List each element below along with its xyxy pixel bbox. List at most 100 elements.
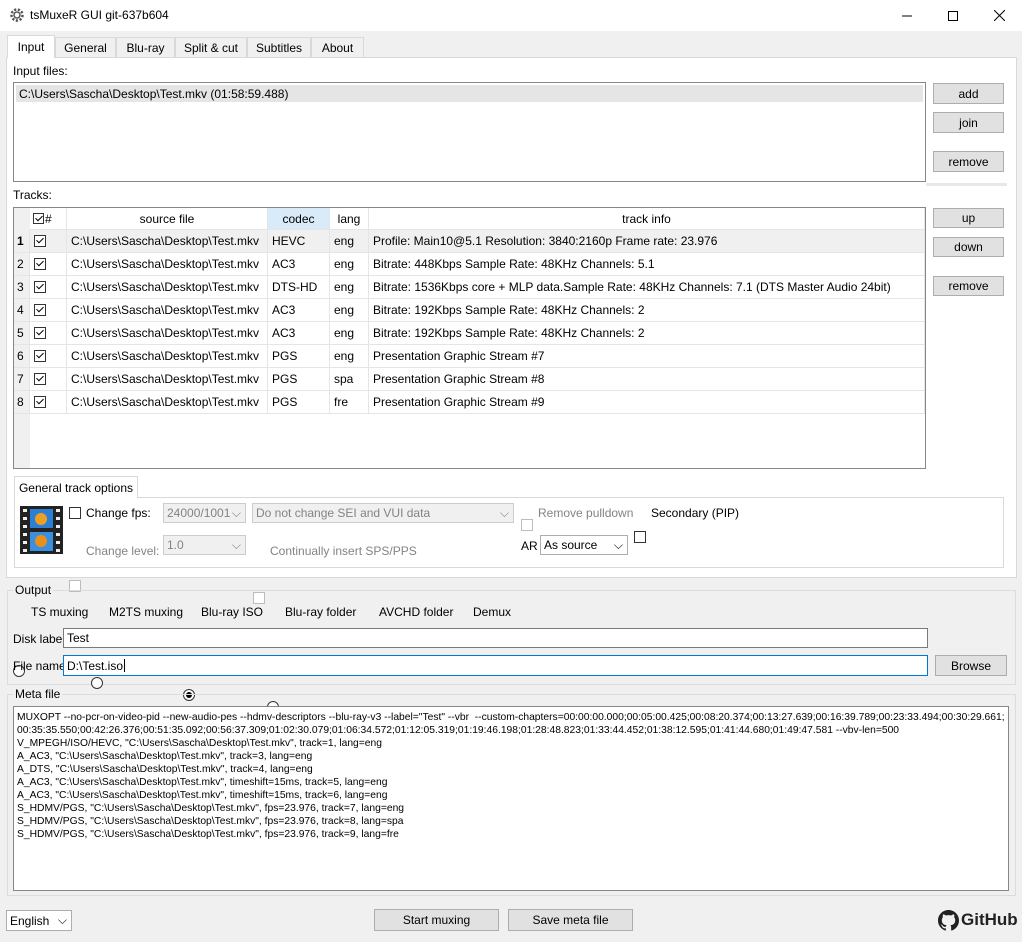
tab-blu-ray[interactable]: Blu-ray — [116, 37, 175, 57]
track-enable-checkbox[interactable] — [34, 258, 46, 270]
header-number: # — [45, 211, 52, 226]
browse-button[interactable]: Browse — [935, 655, 1007, 676]
ar-select[interactable]: As source ⌵ — [540, 535, 628, 555]
table-row[interactable]: 2 C:\Users\Sascha\Desktop\Test.mkv AC3 eng B… — [14, 253, 925, 276]
cell-lang: eng — [330, 322, 369, 344]
cell-lang: eng — [330, 230, 369, 252]
cell-lang: spa — [330, 368, 369, 390]
chevron-down-icon: ⌵ — [57, 913, 67, 927]
cell-source-file: C:\Users\Sascha\Desktop\Test.mkv — [67, 299, 268, 321]
header-track-info[interactable]: track info — [369, 208, 925, 230]
tab-general[interactable]: General — [55, 37, 116, 57]
tab-about[interactable]: About — [311, 37, 364, 57]
down-button[interactable]: down — [933, 237, 1004, 257]
header-codec[interactable]: codec — [268, 208, 330, 230]
cell-track-info: Profile: Main10@5.1 Resolution: 3840:216… — [369, 230, 925, 252]
label-ts-muxing: TS muxing — [31, 605, 89, 619]
table-row[interactable]: 1 C:\Users\Sascha\Desktop\Test.mkv HEVC eng… — [14, 230, 925, 253]
secondary-pip-checkbox[interactable] — [634, 531, 646, 543]
input-files-label: Input files: — [13, 64, 68, 78]
remove-file-button[interactable]: remove — [933, 151, 1004, 172]
start-muxing-button[interactable]: Start muxing — [374, 909, 499, 931]
disk-label-input[interactable]: Test — [63, 628, 928, 648]
header-checkbox-column[interactable]: # — [30, 208, 67, 230]
track-enable-checkbox[interactable] — [34, 396, 46, 408]
cell-codec: AC3 — [268, 299, 330, 321]
cell-lang: fre — [330, 391, 369, 413]
track-enable-cell — [30, 368, 67, 390]
cell-lang: eng — [330, 276, 369, 298]
header-lang[interactable]: lang — [330, 208, 369, 230]
track-enable-cell — [30, 322, 67, 344]
table-row[interactable]: 4 C:\Users\Sascha\Desktop\Test.mkv AC3 eng B… — [14, 299, 925, 322]
cell-codec: PGS — [268, 368, 330, 390]
minimize-button[interactable] — [884, 0, 930, 31]
close-button[interactable] — [976, 0, 1022, 31]
track-enable-checkbox[interactable] — [34, 304, 46, 316]
chevron-down-icon: ⌵ — [613, 537, 623, 552]
cell-codec: AC3 — [268, 322, 330, 344]
label-blu-ray-folder: Blu-ray folder — [285, 605, 357, 619]
input-files-list[interactable]: C:\Users\Sascha\Desktop\Test.mkv (01:58:… — [13, 82, 926, 182]
ar-label: AR — [521, 539, 538, 553]
table-row[interactable]: 3 C:\Users\Sascha\Desktop\Test.mkv DTS-HD e… — [14, 276, 925, 299]
track-enable-checkbox[interactable] — [34, 281, 46, 293]
level-select[interactable]: 1.0 ⌵ — [163, 535, 246, 555]
track-enable-checkbox[interactable] — [34, 350, 46, 362]
remove-pulldown-label: Remove pulldown — [538, 506, 634, 520]
minimize-icon — [902, 15, 912, 16]
maximize-icon — [948, 10, 958, 21]
select-all-checkbox[interactable] — [33, 213, 44, 224]
header-source-file[interactable]: source file — [67, 208, 268, 230]
cell-source-file: C:\Users\Sascha\Desktop\Test.mkv — [67, 322, 268, 344]
remove-track-button[interactable]: remove — [933, 276, 1004, 296]
splitter-handle[interactable] — [926, 183, 1007, 186]
table-row[interactable]: 7 C:\Users\Sascha\Desktop\Test.mkv PGS spa P… — [14, 368, 925, 391]
cell-track-info: Presentation Graphic Stream #9 — [369, 391, 925, 413]
row-number: 5 — [14, 322, 30, 344]
remove-pulldown-checkbox[interactable] — [521, 519, 533, 531]
row-number: 1 — [14, 230, 30, 252]
tab-split-cut[interactable]: Split & cut — [175, 37, 247, 57]
change-level-label: Change level: — [86, 544, 160, 558]
chevron-down-icon: ⌵ — [231, 537, 241, 552]
table-row[interactable]: 6 C:\Users\Sascha\Desktop\Test.mkv PGS eng P… — [14, 345, 925, 368]
cell-codec: PGS — [268, 345, 330, 367]
track-enable-checkbox[interactable] — [34, 373, 46, 385]
table-row[interactable]: 8 C:\Users\Sascha\Desktop\Test.mkv PGS fre P… — [14, 391, 925, 414]
track-enable-checkbox[interactable] — [34, 235, 46, 247]
title-bar: tsMuxeR GUI git-637b604 — [0, 0, 1022, 31]
cell-source-file: C:\Users\Sascha\Desktop\Test.mkv — [67, 368, 268, 390]
label-avchd-folder: AVCHD folder — [379, 605, 454, 619]
fps-select[interactable]: 24000/1001 ⌵ — [163, 503, 246, 523]
github-label: GitHub — [961, 910, 1018, 929]
meta-file-label: Meta file — [13, 687, 63, 701]
film-reel-icon — [20, 506, 63, 554]
tab-general-track-options[interactable]: General track options — [14, 476, 138, 498]
cell-lang: eng — [330, 253, 369, 275]
track-enable-checkbox[interactable] — [34, 327, 46, 339]
save-meta-file-button[interactable]: Save meta file — [508, 909, 633, 931]
tab-subtitles[interactable]: Subtitles — [247, 37, 311, 57]
tab-input[interactable]: Input — [7, 35, 55, 58]
input-file-item[interactable]: C:\Users\Sascha\Desktop\Test.mkv (01:58:… — [16, 85, 923, 102]
github-link[interactable]: GitHub — [938, 908, 1018, 932]
maximize-button[interactable] — [930, 0, 976, 31]
language-value: English — [10, 913, 50, 928]
up-button[interactable]: up — [933, 208, 1004, 228]
meta-file-text[interactable]: MUXOPT --no-pcr-on-video-pid --new-audio… — [13, 706, 1009, 891]
radio-m2ts-muxing[interactable] — [91, 677, 103, 689]
sei-select[interactable]: Do not change SEI and VUI data ⌵ — [252, 503, 514, 523]
add-button[interactable]: add — [933, 83, 1004, 104]
cell-source-file: C:\Users\Sascha\Desktop\Test.mkv — [67, 276, 268, 298]
row-number: 2 — [14, 253, 30, 275]
table-row[interactable]: 5 C:\Users\Sascha\Desktop\Test.mkv AC3 eng B… — [14, 322, 925, 345]
file-name-label: File name — [13, 659, 66, 673]
app-gear-icon — [10, 8, 24, 22]
language-select[interactable]: English ⌵ — [6, 910, 72, 931]
join-button[interactable]: join — [933, 112, 1004, 133]
cell-codec: AC3 — [268, 253, 330, 275]
change-fps-checkbox[interactable] — [69, 507, 81, 519]
file-name-input[interactable]: D:\Test.iso — [63, 655, 928, 676]
insert-sps-label: Continually insert SPS/PPS — [270, 544, 417, 558]
